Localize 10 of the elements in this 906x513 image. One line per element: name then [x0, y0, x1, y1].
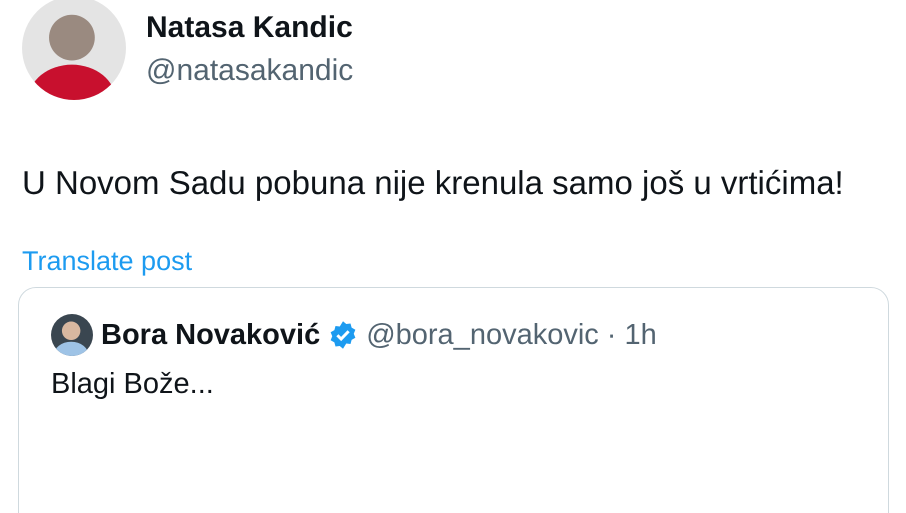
author-handle[interactable]: @natasakandic — [146, 53, 354, 89]
post-time[interactable]: 1h — [624, 317, 657, 353]
separator-dot: · — [606, 318, 616, 353]
post-text: U Novom Sadu pobuna nije krenula samo još u vrtićima! — [22, 163, 845, 203]
quoted-post-card[interactable]: Bora Novaković @bora_novakovic · 1h Blagi Bože... — [18, 287, 889, 513]
quoted-post-text: Blagi Bože... — [51, 367, 215, 402]
quoted-author-name[interactable]: Bora Novaković — [101, 317, 320, 353]
quoted-author-handle[interactable]: @bora_novakovic — [366, 317, 599, 353]
author-name[interactable]: Natasa Kandic — [146, 10, 354, 46]
avatar-icon[interactable] — [51, 314, 93, 356]
